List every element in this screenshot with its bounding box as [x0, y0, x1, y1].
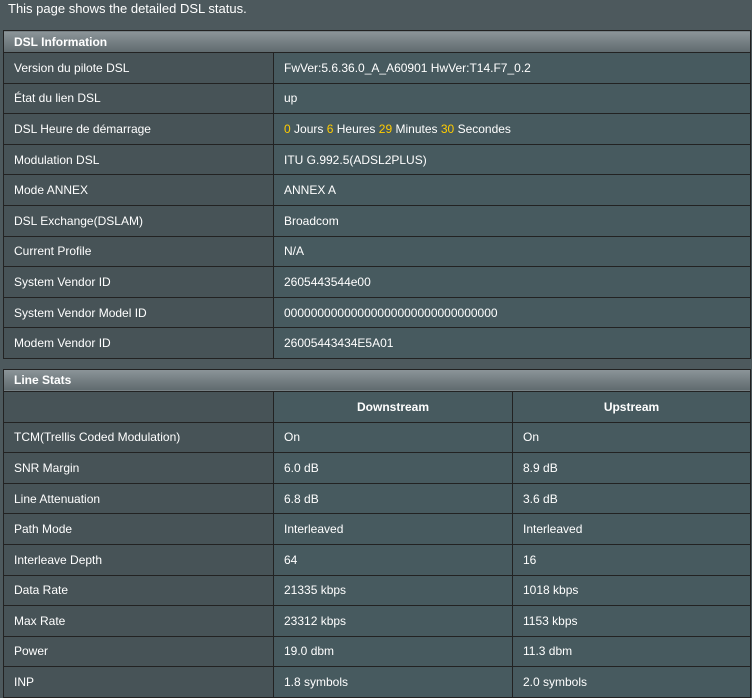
upstream-value: Interleaved — [512, 513, 751, 545]
uptime-value: 0 Jours 6 Heures 29 Minutes 30 Secondes — [273, 113, 751, 145]
uptime-seconds: 30 — [440, 121, 455, 136]
row-label: System Vendor Model ID — [3, 296, 274, 329]
table-row: Current Profile N/A — [3, 235, 751, 268]
modem-vendor-id-value: 26005443434E5A01 — [273, 327, 751, 359]
upstream-value: 1018 kbps — [512, 574, 751, 607]
row-label: État du lien DSL — [3, 82, 274, 115]
row-label: Max Rate — [3, 605, 274, 637]
downstream-value: 19.0 dbm — [273, 635, 513, 668]
row-label: Path Mode — [3, 513, 274, 545]
empty-column-header — [3, 390, 274, 423]
upstream-value: 16 — [512, 543, 751, 576]
driver-version-value: FwVer:5.6.36.0_A_A60901 HwVer:T14.F7_0.2 — [273, 52, 751, 84]
upstream-column-header: Upstream — [512, 390, 751, 423]
downstream-value: 21335 kbps — [273, 574, 513, 607]
table-row: System Vendor Model ID 00000000000000000… — [3, 296, 751, 329]
table-row: SNR Margin 6.0 dB 8.9 dB — [3, 452, 751, 484]
uptime-minutes-label: Minutes — [395, 121, 438, 136]
downstream-value: 64 — [273, 543, 513, 576]
downstream-value: Interleaved — [273, 513, 513, 545]
table-row: Power 19.0 dbm 11.3 dbm — [3, 635, 751, 668]
upstream-value: 3.6 dB — [512, 482, 751, 515]
uptime-days: 0 — [284, 121, 291, 136]
downstream-value: 1.8 symbols — [273, 666, 513, 698]
uptime-hours: 6 — [326, 121, 334, 136]
table-row: DSL Exchange(DSLAM) Broadcom — [3, 204, 751, 237]
table-row: Interleave Depth 64 16 — [3, 543, 751, 576]
link-status-value: up — [273, 82, 751, 115]
row-label: SNR Margin — [3, 452, 274, 484]
downstream-value: 6.0 dB — [273, 452, 513, 484]
table-row: DSL Heure de démarrage 0 Jours 6 Heures … — [3, 113, 751, 145]
downstream-value: On — [273, 421, 513, 454]
table-row: Modem Vendor ID 26005443434E5A01 — [3, 327, 751, 359]
dsl-information-header: DSL Information — [3, 30, 751, 53]
table-row: État du lien DSL up — [3, 82, 751, 115]
upstream-value: 1153 kbps — [512, 605, 751, 637]
current-profile-value: N/A — [273, 235, 751, 268]
row-label: Line Attenuation — [3, 482, 274, 515]
table-row: Path Mode Interleaved Interleaved — [3, 513, 751, 545]
table-row: TCM(Trellis Coded Modulation) On On — [3, 421, 751, 454]
table-row: Max Rate 23312 kbps 1153 kbps — [3, 605, 751, 637]
system-vendor-model-id-value: 00000000000000000000000000000000 — [273, 296, 751, 329]
modulation-value: ITU G.992.5(ADSL2PLUS) — [273, 143, 751, 176]
line-stats-table: Line Stats Downstream Upstream TCM(Trell… — [3, 368, 751, 698]
row-label: Mode ANNEX — [3, 174, 274, 206]
table-row: Data Rate 21335 kbps 1018 kbps — [3, 574, 751, 607]
uptime-minutes: 29 — [378, 121, 393, 136]
table-row: INP 1.8 symbols 2.0 symbols — [3, 666, 751, 698]
upstream-value: On — [512, 421, 751, 454]
upstream-value: 11.3 dbm — [512, 635, 751, 668]
line-stats-header: Line Stats — [3, 368, 751, 392]
row-label: Data Rate — [3, 574, 274, 607]
uptime-hours-label: Heures — [336, 121, 376, 136]
table-row: Modulation DSL ITU G.992.5(ADSL2PLUS) — [3, 143, 751, 176]
row-label: System Vendor ID — [3, 266, 274, 298]
upstream-value: 2.0 symbols — [512, 666, 751, 698]
row-label: Version du pilote DSL — [3, 52, 274, 84]
downstream-value: 6.8 dB — [273, 482, 513, 515]
row-label: Current Profile — [3, 235, 274, 268]
row-label: Power — [3, 635, 274, 668]
dsl-information-table: DSL Information Version du pilote DSL Fw… — [3, 30, 751, 359]
row-label: Modem Vendor ID — [3, 327, 274, 359]
annex-mode-value: ANNEX A — [273, 174, 751, 206]
row-label: Modulation DSL — [3, 143, 274, 176]
downstream-column-header: Downstream — [273, 390, 513, 423]
row-label: TCM(Trellis Coded Modulation) — [3, 421, 274, 454]
upstream-value: 8.9 dB — [512, 452, 751, 484]
system-vendor-id-value: 2605443544e00 — [273, 266, 751, 298]
row-label: Interleave Depth — [3, 543, 274, 576]
row-label: DSL Heure de démarrage — [3, 113, 274, 145]
downstream-value: 23312 kbps — [273, 605, 513, 637]
table-row: Mode ANNEX ANNEX A — [3, 174, 751, 206]
uptime-days-label: Jours — [294, 121, 324, 136]
row-label: INP — [3, 666, 274, 698]
table-row: System Vendor ID 2605443544e00 — [3, 266, 751, 298]
page-intro-text: This page shows the detailed DSL status. — [8, 1, 247, 16]
dslam-value: Broadcom — [273, 204, 751, 237]
table-row: Line Attenuation 6.8 dB 3.6 dB — [3, 482, 751, 515]
row-label: DSL Exchange(DSLAM) — [3, 204, 274, 237]
uptime-seconds-label: Secondes — [457, 121, 511, 136]
table-row: Version du pilote DSL FwVer:5.6.36.0_A_A… — [3, 52, 751, 84]
